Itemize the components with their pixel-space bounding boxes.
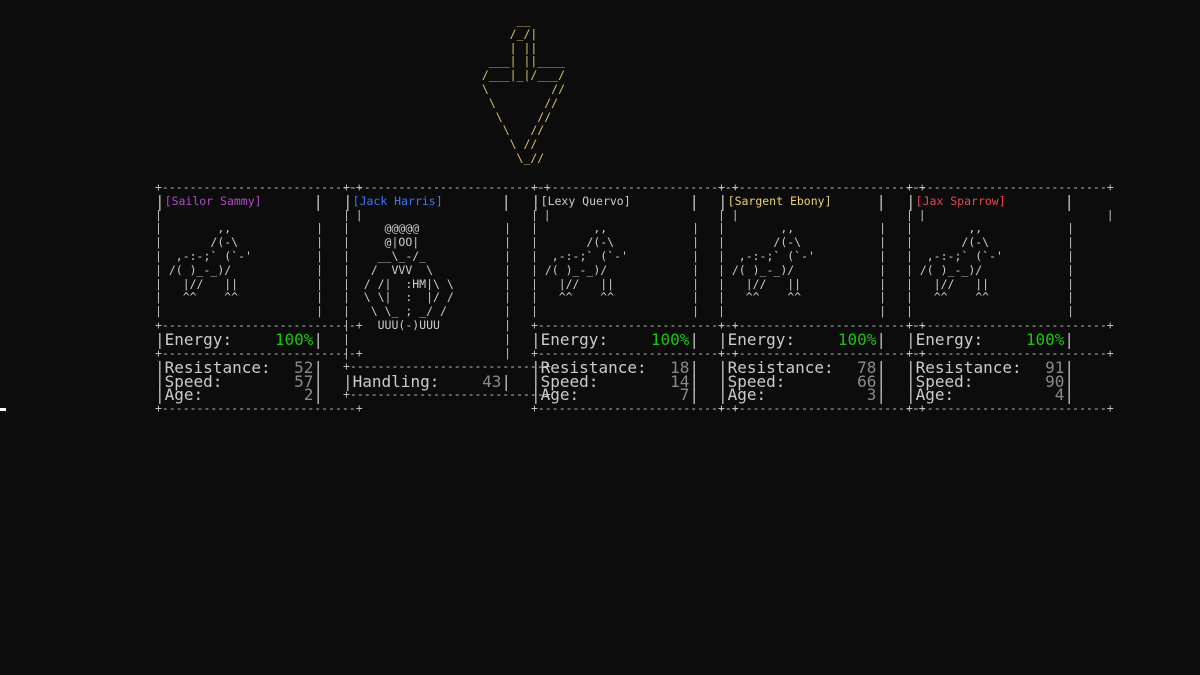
character-art: ,, /(-\ ,-:-;` (`-' /( )_-_)/ |// || ^^ … xyxy=(544,221,628,305)
card-border-top: +----------------------------+ xyxy=(343,180,551,194)
card-divider: | | xyxy=(155,207,363,222)
card-divider: | | xyxy=(531,207,739,222)
character-card[interactable]: +----------------------------+ | [Jax Sp… xyxy=(906,180,1114,416)
character-card[interactable]: +----------------------------+ | [Lexy Q… xyxy=(531,180,739,416)
card-divider: | | xyxy=(343,207,551,222)
character-name: [Sailor Sammy] xyxy=(164,193,262,208)
character-cards: +----------------------------+ | [Sailor… xyxy=(155,180,1114,414)
card-border-top: +----------------------------+ xyxy=(906,180,1114,194)
character-card[interactable]: +----------------------------+ | [Sailor… xyxy=(155,180,363,416)
card-border-bottom: +----------------------------+ xyxy=(155,400,363,415)
card-divider: | | xyxy=(906,207,1114,222)
character-art: @@@@@ @|OO| __\_-/_ / VVV \ / /| :HM|\ \… xyxy=(363,221,454,332)
character-name: [Lexy Quervo] xyxy=(540,193,631,208)
character-card[interactable]: +----------------------------+ | [Sargen… xyxy=(718,180,926,416)
character-art: ,, /(-\ ,-:-;` (`-' /( )_-_)/ |// || ^^ … xyxy=(731,221,815,305)
character-art: ,, /(-\ ,-:-;` (`-' /( )_-_)/ |// || ^^ … xyxy=(919,221,1003,305)
card-border-bottom: +----------------------------+ xyxy=(531,400,739,415)
card-border-bottom: +----------------------------+ xyxy=(906,400,1114,415)
terminal-screen: __ /_/| | || ___| ||____ /___|_|/___/ \ … xyxy=(0,0,1200,675)
selection-pointer-art: __ /_/| | || ___| ||____ /___|_|/___/ \ … xyxy=(481,13,566,165)
card-border-bottom: +----------------------------+ xyxy=(343,386,551,401)
character-card[interactable]: +----------------------------+ | [Jack H… xyxy=(343,180,551,402)
card-border-top: +----------------------------+ xyxy=(531,180,739,194)
terminal-cursor xyxy=(0,408,6,411)
character-art: ,, /(-\ ,-:-;` (`-' /( )_-_)/ |// || ^^ … xyxy=(168,221,252,305)
card-border-top: +----------------------------+ xyxy=(718,180,926,194)
card-border-top: +----------------------------+ xyxy=(155,180,363,194)
character-name: [Sargent Ebony] xyxy=(727,193,832,208)
card-divider: | | xyxy=(718,207,926,222)
character-name: [Jack Harris] xyxy=(352,193,443,208)
character-name: [Jax Sparrow] xyxy=(915,193,1006,208)
card-border-bottom: +----------------------------+ xyxy=(718,400,926,415)
